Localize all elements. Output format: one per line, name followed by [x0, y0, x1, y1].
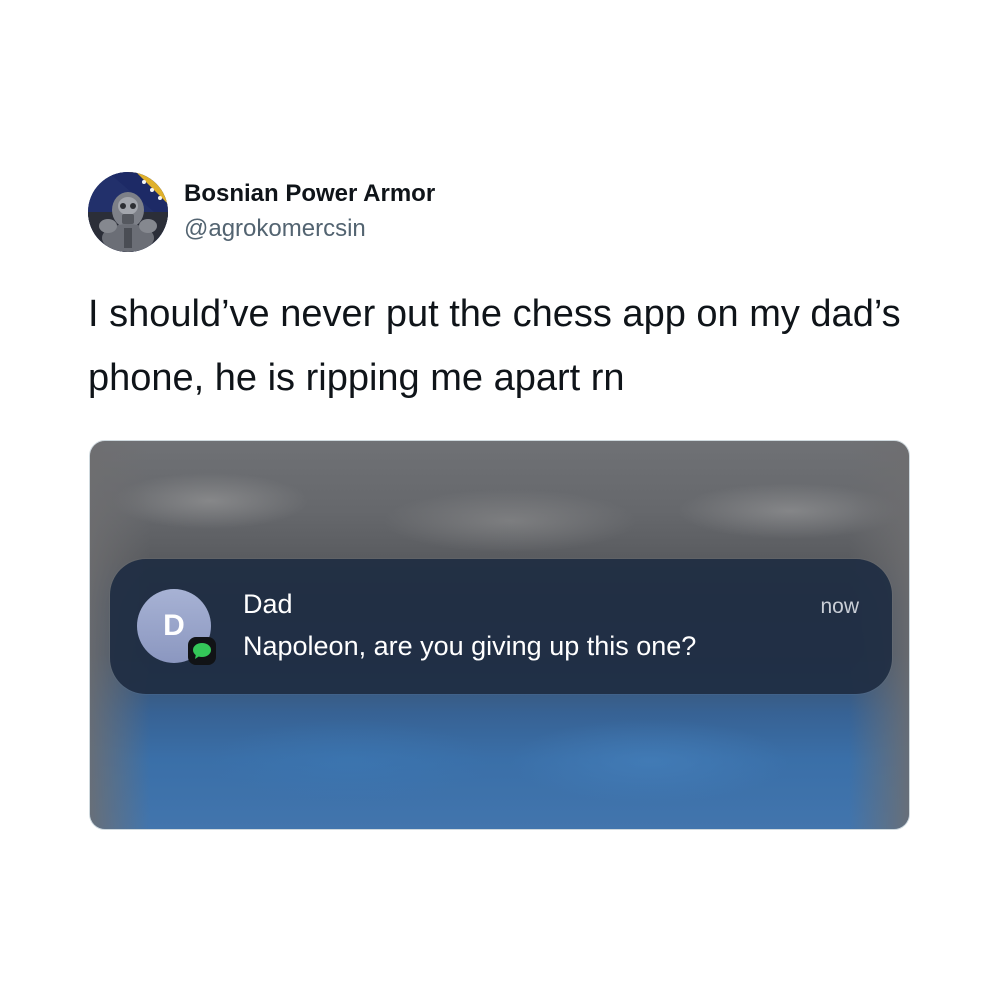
notification-message: Napoleon, are you giving up this one? [243, 631, 697, 661]
contact-initial: D [163, 609, 185, 642]
tweet-header: Bosnian Power Armor @agrokomercsin [88, 170, 435, 254]
power-armor-avatar-icon [88, 172, 168, 252]
messages-icon [188, 637, 216, 665]
author-avatar[interactable] [88, 172, 168, 252]
tweet-text: I should’ve never put the chess app on m… [88, 293, 901, 399]
tweet-media-image[interactable]: D Dad now Napoleon, are you giving up th… [89, 440, 910, 830]
author-info: Bosnian Power Armor @agrokomercsin [184, 179, 435, 245]
author-display-name[interactable]: Bosnian Power Armor [184, 179, 435, 209]
message-notification-banner[interactable]: D Dad now Napoleon, are you giving up th… [110, 559, 892, 694]
notification-sender: Dad [243, 589, 293, 619]
author-handle[interactable]: @agrokomercsin [184, 213, 435, 245]
notification-time: now [820, 595, 859, 618]
